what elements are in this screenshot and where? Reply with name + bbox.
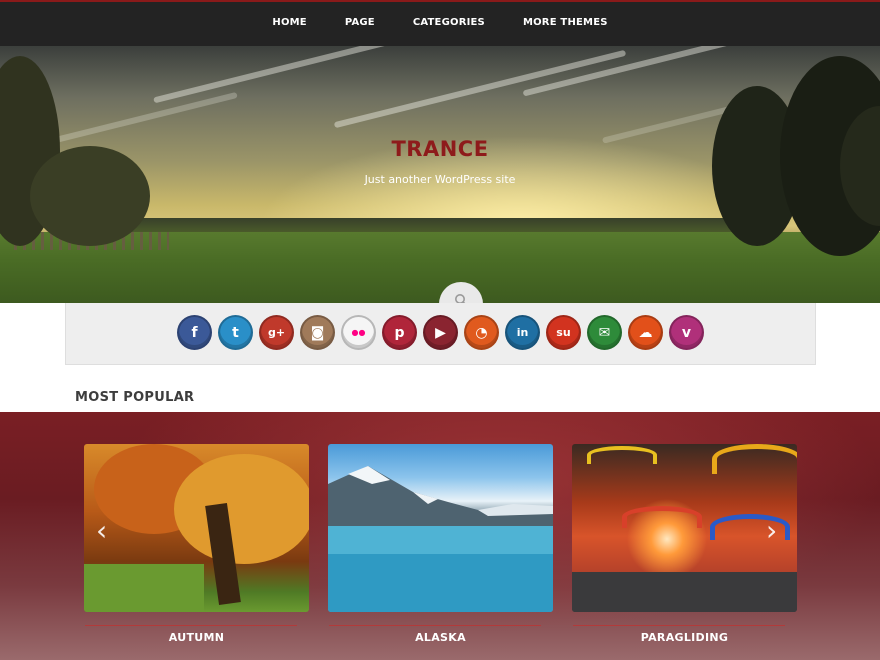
- cloud-bank: [572, 572, 797, 612]
- card-title-paragliding[interactable]: PARAGLIDING: [572, 631, 797, 644]
- nav-item-more-themes[interactable]: MORE THEMES: [504, 2, 627, 46]
- most-popular-heading: MOST POPULAR: [75, 390, 195, 405]
- site-tagline: Just another WordPress site: [364, 173, 516, 186]
- card-divider: [85, 625, 297, 626]
- stumbleupon-icon: su: [556, 326, 571, 339]
- linkedin-icon: in: [516, 326, 529, 339]
- flickr-link[interactable]: ●●: [341, 315, 376, 350]
- nav-item-page[interactable]: PAGE: [326, 2, 394, 46]
- flickr-icon: ●●: [351, 328, 366, 337]
- horizon-treeline: [130, 218, 770, 232]
- popular-card-paragliding[interactable]: [572, 444, 797, 612]
- chevron-left-icon: ‹: [96, 514, 108, 547]
- popular-card-autumn[interactable]: [84, 444, 309, 612]
- sky-streak: [333, 49, 627, 129]
- sky-streak: [153, 46, 407, 104]
- paraglider-wing: [712, 444, 797, 474]
- top-navigation-bar: HOME PAGE CATEGORIES MORE THEMES: [0, 0, 880, 46]
- social-icons-bar: f t g+ ◙ ●● p ▶ ◔ in su ✉ ☁ v: [65, 303, 816, 365]
- youtube-icon: ▶: [435, 324, 446, 341]
- youtube-link[interactable]: ▶: [423, 315, 458, 350]
- soundcloud-icon: ☁: [638, 324, 653, 341]
- pinterest-link[interactable]: p: [382, 315, 417, 350]
- tree-left: [30, 146, 150, 246]
- facebook-link[interactable]: f: [177, 315, 212, 350]
- site-title[interactable]: TRANCE: [0, 137, 880, 161]
- linkedin-link[interactable]: in: [505, 315, 540, 350]
- card-divider: [329, 625, 541, 626]
- card-title-autumn[interactable]: AUTUMN: [84, 631, 309, 644]
- instagram-link[interactable]: ◙: [300, 315, 335, 350]
- carousel-prev-button[interactable]: ‹: [96, 514, 107, 547]
- pinterest-icon: p: [394, 324, 405, 341]
- vimeo-link[interactable]: v: [669, 315, 704, 350]
- nav-item-home[interactable]: HOME: [253, 2, 325, 46]
- google-plus-link[interactable]: g+: [259, 315, 294, 350]
- card-title-alaska[interactable]: ALASKA: [328, 631, 553, 644]
- chevron-right-icon: ›: [766, 514, 778, 547]
- mountain-illustration: [328, 466, 553, 612]
- rss-link[interactable]: ◔: [464, 315, 499, 350]
- twitter-link[interactable]: t: [218, 315, 253, 350]
- instagram-icon: ◙: [310, 324, 325, 341]
- main-menu: HOME PAGE CATEGORIES MORE THEMES: [0, 2, 880, 46]
- paraglider-wing: [710, 514, 790, 540]
- popular-card-alaska[interactable]: [328, 444, 553, 612]
- soundcloud-link[interactable]: ☁: [628, 315, 663, 350]
- carousel-next-button[interactable]: ›: [766, 514, 777, 547]
- vimeo-icon: v: [681, 324, 692, 341]
- header-hero-image: TRANCE Just another WordPress site: [0, 46, 880, 303]
- nav-item-categories[interactable]: CATEGORIES: [394, 2, 504, 46]
- google-plus-icon: g+: [267, 326, 286, 339]
- card-divider: [573, 625, 785, 626]
- autumn-foliage: [174, 454, 309, 564]
- email-link[interactable]: ✉: [587, 315, 622, 350]
- email-icon: ✉: [598, 324, 611, 341]
- rss-icon: ◔: [475, 324, 488, 341]
- paraglider-wing: [587, 446, 657, 464]
- twitter-icon: t: [232, 324, 239, 341]
- stumbleupon-link[interactable]: su: [546, 315, 581, 350]
- autumn-grass: [84, 564, 204, 612]
- paraglider-wing: [622, 506, 702, 528]
- facebook-icon: f: [191, 324, 198, 341]
